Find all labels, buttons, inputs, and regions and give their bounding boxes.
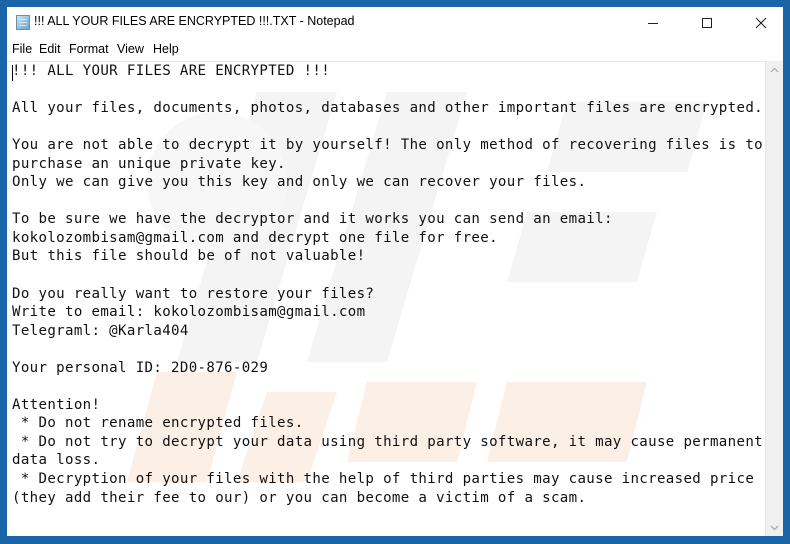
notepad-window: !!! ALL YOUR FILES ARE ENCRYPTED !!!.TXT…: [7, 7, 783, 536]
document-line: * Do not rename encrypted files.: [12, 415, 304, 432]
document-line: You are not able to decrypt it by yourse…: [12, 137, 763, 154]
document-line: Only we can give you this key and only w…: [12, 174, 587, 191]
document-line: !!! ALL YOUR FILES ARE ENCRYPTED !!!: [12, 63, 331, 79]
menu-file[interactable]: File: [12, 42, 32, 56]
document-line: But this file should be of not valuable!: [12, 248, 366, 265]
vertical-scrollbar[interactable]: [765, 61, 783, 536]
menu-edit[interactable]: Edit: [39, 42, 61, 56]
close-button[interactable]: [738, 7, 784, 38]
document-line: data loss.: [12, 452, 101, 469]
menu-help[interactable]: Help: [153, 42, 179, 56]
minimize-button[interactable]: [630, 7, 676, 38]
document-line: All your files, documents, photos, datab…: [12, 100, 763, 117]
maximize-button[interactable]: [684, 7, 730, 38]
document-line: purchase an unique private key.: [12, 155, 286, 172]
document-line: * Decryption of your files with the help…: [12, 471, 755, 488]
document-line: * Do not try to decrypt your data using …: [12, 433, 763, 450]
menu-format[interactable]: Format: [69, 42, 109, 56]
scroll-down-button[interactable]: [766, 519, 783, 536]
text-editor[interactable]: !!! ALL YOUR FILES ARE ENCRYPTED !!! All…: [7, 61, 765, 537]
document-line: Do you really want to restore your files…: [12, 285, 375, 302]
minimize-icon: [648, 22, 658, 24]
scroll-up-button[interactable]: [766, 61, 783, 78]
menu-view[interactable]: View: [117, 42, 144, 56]
notepad-icon: [16, 15, 30, 30]
document-line: Telegraml: @Karla404: [12, 322, 189, 339]
window-title: !!! ALL YOUR FILES ARE ENCRYPTED !!!.TXT…: [34, 14, 355, 28]
text-caret: [12, 65, 13, 81]
document-line: To be sure we have the decryptor and it …: [12, 211, 613, 228]
document-text[interactable]: !!! ALL YOUR FILES ARE ENCRYPTED !!! All…: [12, 62, 763, 507]
chevron-up-icon: [770, 67, 779, 72]
maximize-icon: [702, 17, 712, 28]
menu-bar: File Edit Format View Help: [7, 40, 783, 60]
document-line: Your personal ID: 2D0-876-029: [12, 359, 269, 376]
document-line: (they add their fee to our) or you can b…: [12, 489, 587, 506]
title-bar[interactable]: !!! ALL YOUR FILES ARE ENCRYPTED !!!.TXT…: [7, 7, 783, 38]
document-line: Write to email: kokolozombisam@gmail.com: [12, 304, 366, 321]
document-line: kokolozombisam@gmail.com and decrypt one…: [12, 229, 498, 246]
close-icon: [755, 17, 767, 28]
document-line: Attention!: [12, 396, 101, 413]
chevron-down-icon: [770, 525, 779, 530]
